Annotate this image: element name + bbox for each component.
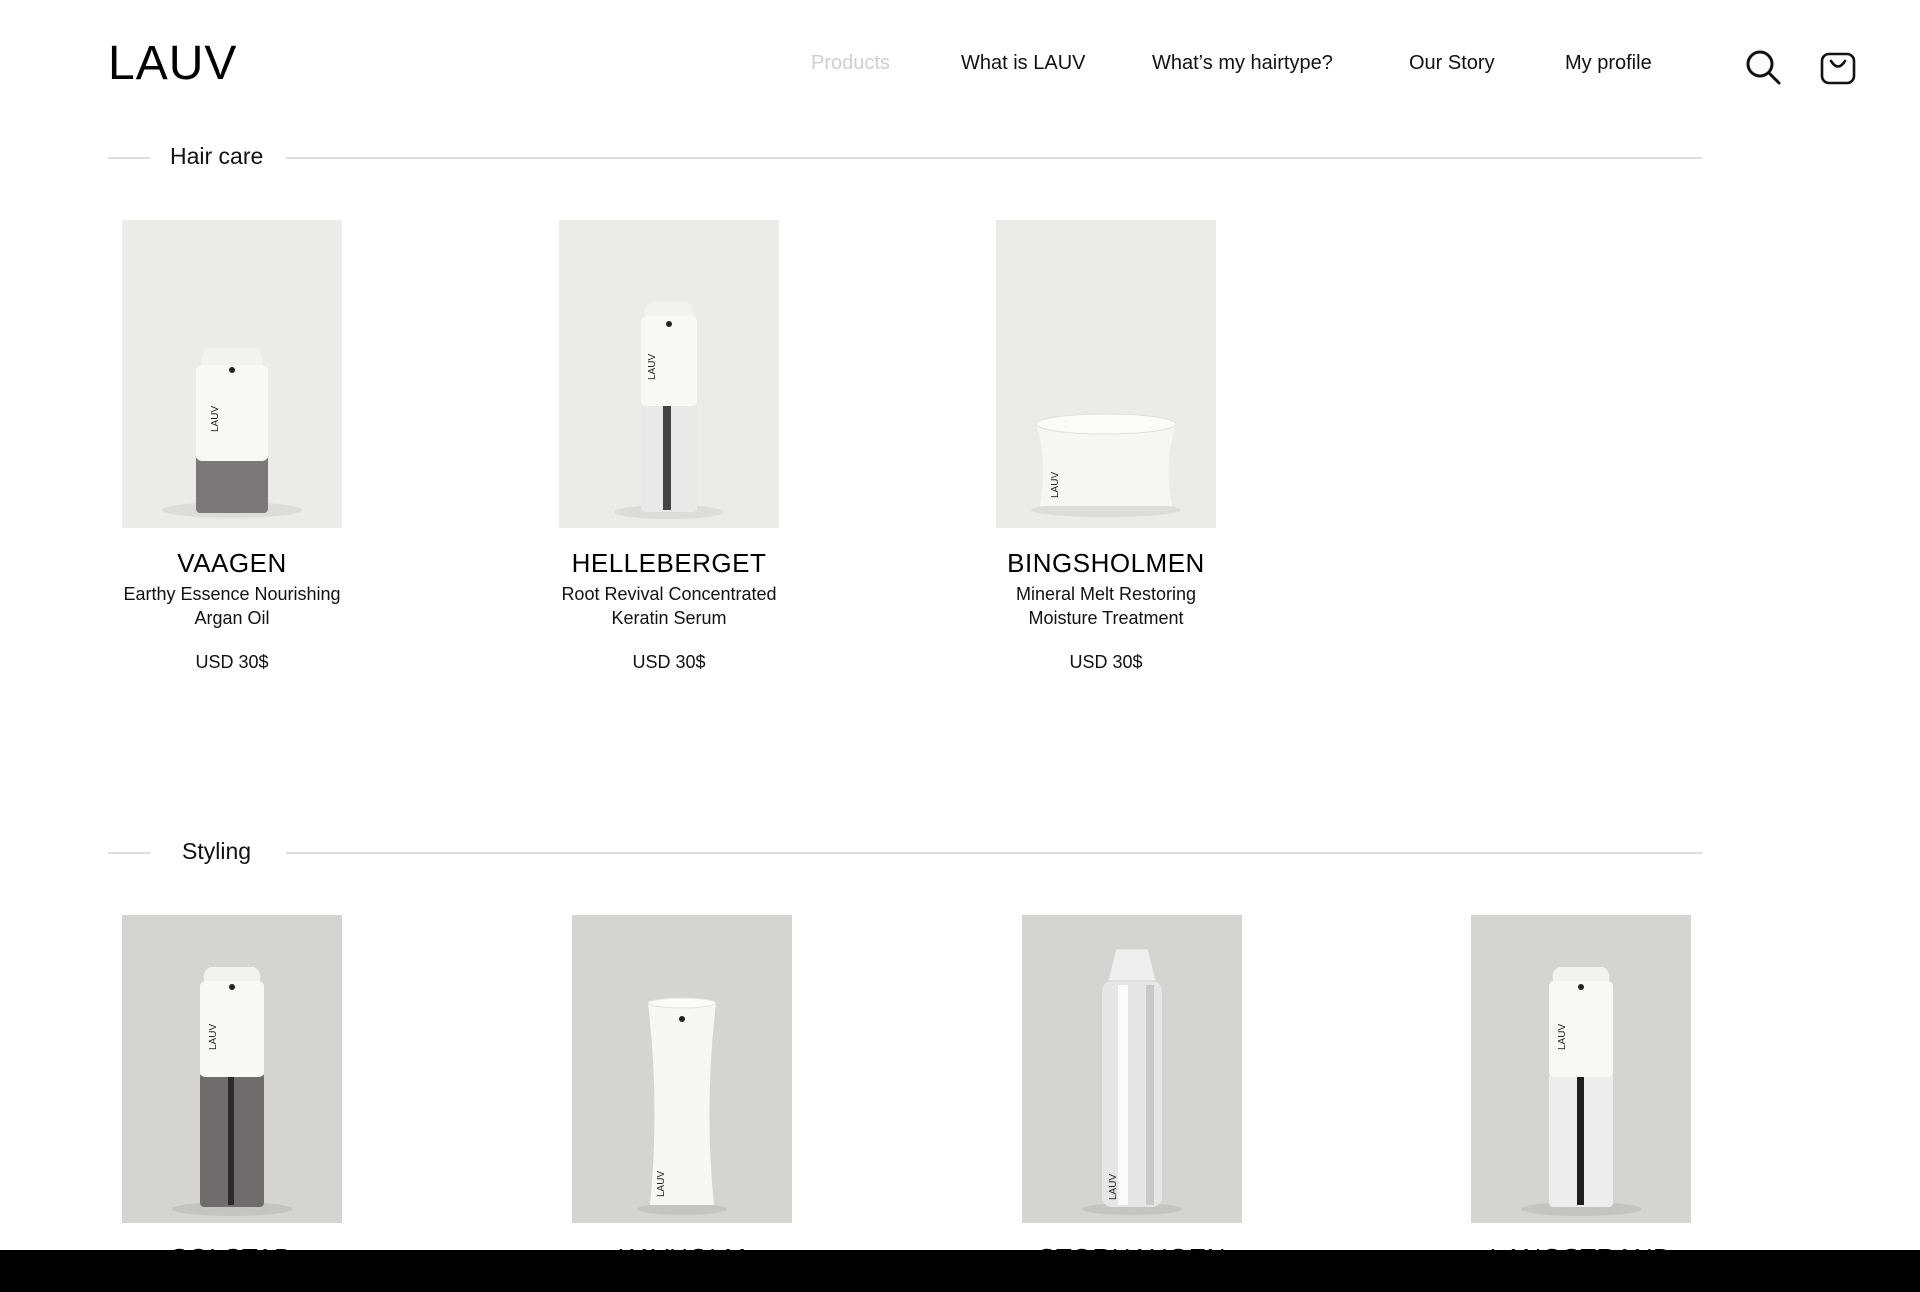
bottom-bar (0, 1250, 1920, 1292)
description-line: Earthy Essence Nourishing (123, 584, 341, 604)
product-card-helleberget[interactable]: LAUV HELLEBERGET Root Revival Concentrat… (559, 220, 779, 673)
section-header-styling: Styling (108, 838, 1702, 868)
product-name[interactable]: KAVHOLM (572, 1243, 792, 1250)
nav-item-products[interactable]: Products (811, 52, 890, 75)
description-line: Moisture Treatment (1028, 608, 1184, 628)
svg-text:LAUV: LAUV (647, 354, 658, 380)
product-card-langstrand[interactable]: LAUV (1471, 915, 1691, 1223)
description-line: Root Revival Concentrated (561, 584, 777, 604)
nav-item-hairtype[interactable]: What’s my hairtype? (1152, 52, 1333, 75)
product-name[interactable]: STORHAUGEN (1022, 1243, 1242, 1250)
search-icon[interactable] (1744, 48, 1782, 86)
product-card-storhaugen[interactable]: LAUV (1022, 915, 1242, 1223)
description-line: Mineral Melt Restoring (1015, 584, 1197, 604)
product-image[interactable]: LAUV (996, 220, 1216, 528)
product-image[interactable]: LAUV (122, 220, 342, 528)
product-card-bingsholmen[interactable]: LAUV BINGSHOLMEN Mineral Melt Restoring M… (996, 220, 1216, 673)
svg-text:LAUV: LAUV (1050, 472, 1061, 498)
product-name[interactable]: HELLEBERGET (559, 548, 779, 578)
section-header-hair-care: Hair care (108, 143, 1702, 173)
product-description: Mineral Melt Restoring Moisture Treatment (980, 582, 1232, 630)
description-line: Argan Oil (194, 608, 270, 628)
svg-text:LAUV: LAUV (208, 1024, 219, 1050)
product-price: USD 30$ (195, 652, 269, 672)
svg-text:LAUV: LAUV (656, 1171, 667, 1197)
product-card-kavholm[interactable]: LAUV (572, 915, 792, 1223)
product-image[interactable]: LAUV (1471, 915, 1691, 1223)
product-name[interactable]: LANGSTRAND (1471, 1243, 1691, 1250)
svg-text:LAUV: LAUV (1108, 1174, 1119, 1200)
product-image[interactable]: LAUV (572, 915, 792, 1223)
product-image[interactable]: LAUV (559, 220, 779, 528)
brand-logo[interactable]: LAUV (108, 36, 237, 91)
product-name[interactable]: BINGSHOLMEN (996, 548, 1216, 578)
product-image[interactable]: LAUV (1022, 915, 1242, 1223)
product-name[interactable]: VAAGEN (122, 548, 342, 578)
product-price: USD 30$ (1069, 652, 1143, 672)
product-image[interactable]: LAUV (122, 915, 342, 1223)
product-card-vaagen[interactable]: LAUV VAAGEN Earthy Essence Nourishing Arg… (122, 220, 342, 673)
section-title: Hair care (170, 143, 264, 169)
product-price: USD 30$ (632, 652, 706, 672)
description-line: Keratin Serum (611, 608, 727, 628)
divider (286, 852, 1702, 854)
divider (108, 157, 150, 159)
nav-item-what-is-lauv[interactable]: What is LAUV (961, 52, 1085, 75)
shopping-bag-icon[interactable] (1819, 48, 1857, 86)
product-description: Earthy Essence Nourishing Argan Oil (106, 582, 358, 630)
divider (286, 157, 1702, 159)
svg-text:LAUV: LAUV (210, 406, 221, 432)
nav-item-our-story[interactable]: Our Story (1409, 52, 1495, 75)
product-card-solstad[interactable]: LAUV (122, 915, 342, 1223)
svg-text:LAUV: LAUV (1557, 1024, 1568, 1050)
product-name[interactable]: SOLSTAD (122, 1243, 342, 1250)
product-description: Root Revival Concentrated Keratin Serum (543, 582, 795, 630)
nav-item-my-profile[interactable]: My profile (1565, 52, 1652, 75)
divider (108, 852, 150, 854)
section-title: Styling (182, 838, 252, 864)
